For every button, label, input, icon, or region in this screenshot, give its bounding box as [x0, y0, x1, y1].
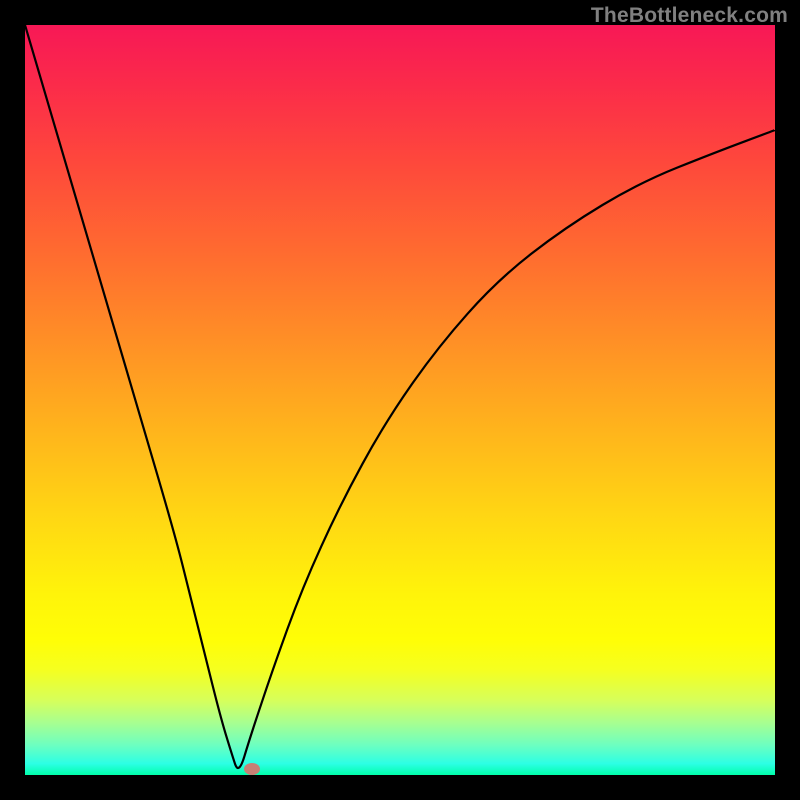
watermark-text: TheBottleneck.com — [591, 4, 788, 28]
optimal-point-marker — [244, 763, 260, 775]
curve-path — [25, 25, 775, 768]
plot-area — [25, 25, 775, 775]
chart-container: TheBottleneck.com — [0, 0, 800, 800]
bottleneck-curve — [25, 25, 775, 775]
